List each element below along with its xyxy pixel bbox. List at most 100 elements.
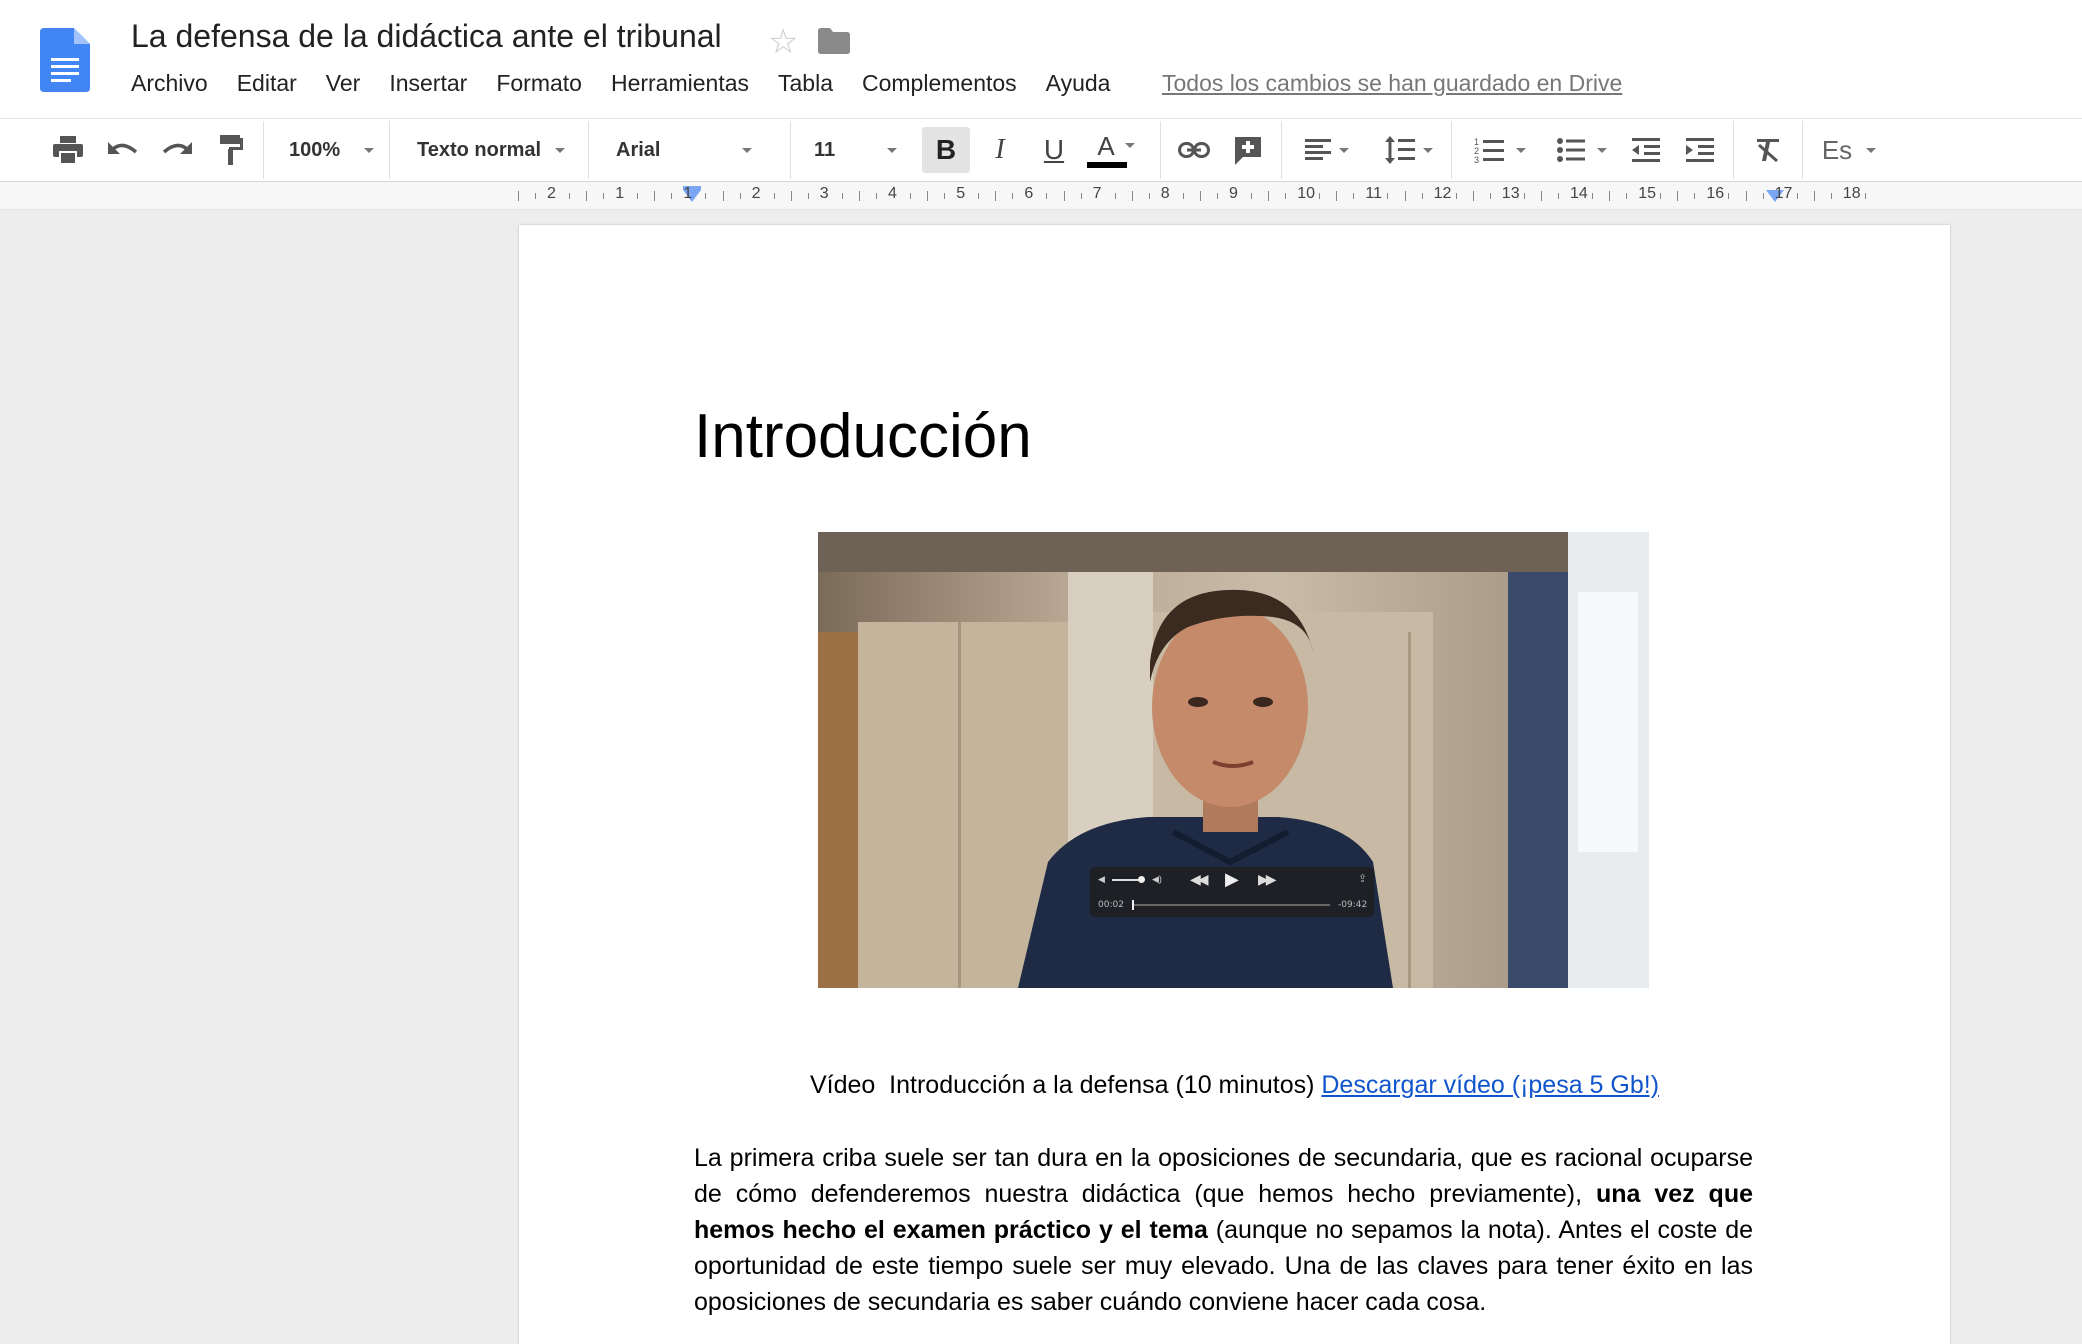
ruler-label: 6 [1024, 185, 1034, 202]
body-paragraph[interactable]: La primera criba suele ser tan dura en l… [694, 1140, 1753, 1320]
italic-label: I [995, 134, 1005, 165]
toolbar-divider [263, 121, 264, 179]
chevron-down-icon [555, 147, 566, 153]
ruler-tick [773, 193, 775, 199]
ruler-tick [1336, 191, 1338, 201]
heading-title[interactable]: Introducción [694, 401, 1032, 472]
play-icon[interactable]: ▶ [1225, 869, 1239, 890]
star-icon[interactable]: ☆ [768, 22, 798, 62]
menu-herramientas[interactable]: Herramientas [611, 70, 749, 97]
ruler-label: 10 [1297, 185, 1315, 202]
menu-complementos[interactable]: Complementos [862, 70, 1017, 97]
paragraph-style-select[interactable]: Texto normal [417, 127, 567, 173]
chevron-down-icon [1516, 147, 1526, 153]
ruler[interactable]: 2 1 1 2 3 4 5 6 7 8 9 10 11 12 13 14 15 16 17 18 [0, 182, 2082, 210]
video-caption: Vídeo Introducción a la defensa (10 minu… [519, 1071, 1950, 1100]
font-size-select[interactable]: 11 [814, 127, 899, 173]
ruler-tick [1455, 193, 1457, 199]
zoom-select[interactable]: 100% [289, 127, 379, 173]
underline-button[interactable]: U [1032, 127, 1076, 173]
underline-label: U [1043, 134, 1065, 165]
video-current-time: 00:02 [1098, 900, 1124, 910]
rewind-icon[interactable]: ◀◀ [1190, 871, 1208, 888]
menu-editar[interactable]: Editar [237, 70, 297, 97]
bulleted-list-button[interactable] [1550, 127, 1614, 173]
increase-indent-icon[interactable] [1680, 127, 1720, 173]
ruler-tick [535, 193, 536, 199]
menu-archivo[interactable]: Archivo [131, 70, 208, 97]
ruler-label: 15 [1638, 185, 1656, 202]
ruler-tick [1472, 191, 1474, 201]
ruler-tick [927, 191, 929, 201]
ruler-tick [1677, 191, 1679, 201]
font-family-select[interactable]: Arial [616, 127, 766, 173]
menu-formato[interactable]: Formato [496, 70, 582, 97]
chevron-down-icon [887, 147, 898, 153]
ruler-tick [876, 193, 877, 199]
ruler-tick [1830, 193, 1832, 199]
ruler-tick [586, 191, 588, 201]
print-icon[interactable] [48, 127, 88, 173]
docs-logo-icon[interactable] [40, 28, 90, 92]
input-tools-button[interactable]: Es [1814, 127, 1884, 173]
redo-icon[interactable] [157, 127, 197, 173]
svg-text:3: 3 [1474, 155, 1479, 163]
volume-icon[interactable]: ◀ [1098, 874, 1105, 885]
align-left-button[interactable] [1298, 127, 1356, 173]
ruler-tick [995, 191, 997, 201]
toolbar-divider [1802, 121, 1803, 179]
line-spacing-button[interactable] [1380, 127, 1438, 173]
ruler-label: 14 [1570, 185, 1588, 202]
folder-icon[interactable] [818, 28, 850, 54]
video-player[interactable]: ◀ ◀) ◀◀ ▶ ▶▶ ⇪ 00:02 -09:42 [818, 532, 1649, 988]
toolbar: 100% Texto normal Arial 11 B I U A 1 2 3… [0, 118, 2082, 182]
ruler-tick [1762, 193, 1764, 199]
ruler-tick [1813, 191, 1815, 201]
ruler-label: 3 [819, 185, 829, 202]
chevron-down-icon [1124, 143, 1135, 148]
ruler-label: 17 [1774, 185, 1793, 202]
menu-insertar[interactable]: Insertar [389, 70, 467, 97]
text-color-button[interactable]: A [1084, 127, 1148, 173]
ruler-tick [1148, 193, 1150, 199]
document-title[interactable]: La defensa de la didáctica ante el tribu… [131, 18, 722, 55]
ruler-tick [671, 193, 673, 199]
clear-formatting-icon[interactable] [1746, 127, 1790, 173]
insert-comment-icon[interactable] [1226, 127, 1270, 173]
numbered-list-button[interactable]: 123 [1468, 127, 1532, 173]
insert-link-icon[interactable] [1172, 127, 1216, 173]
ruler-label: 1 [615, 185, 625, 202]
undo-icon[interactable] [103, 127, 143, 173]
ruler-tick [637, 193, 639, 199]
menu-ver[interactable]: Ver [326, 70, 361, 97]
volume-knob[interactable] [1138, 876, 1145, 883]
ruler-label: 18 [1842, 185, 1861, 202]
video-playhead[interactable] [1132, 900, 1134, 910]
paragraph-style-value: Texto normal [417, 138, 542, 161]
download-video-link[interactable]: Descargar vídeo (¡pesa 5 Gb!) [1321, 1071, 1659, 1099]
decrease-indent-icon[interactable] [1626, 127, 1666, 173]
ruler-label: 5 [956, 185, 966, 202]
video-scrubber[interactable] [1132, 904, 1330, 906]
caption-text: Vídeo Introducción a la defensa (10 minu… [809, 1071, 1315, 1099]
menu-tabla[interactable]: Tabla [778, 70, 833, 97]
ruler-tick [1251, 193, 1252, 199]
ruler-tick [654, 191, 656, 201]
fast-forward-icon[interactable]: ▶▶ [1258, 871, 1276, 888]
menu-ayuda[interactable]: Ayuda [1046, 70, 1111, 97]
ruler-label: 12 [1433, 185, 1452, 202]
italic-button[interactable]: I [978, 127, 1022, 173]
document-page[interactable]: Introducción ◀ ◀) ◀◀ ▶ ▶▶ ⇪ 00:02 -09:42… [519, 225, 1950, 1344]
volume-max-icon[interactable]: ◀) [1152, 874, 1162, 885]
ruler-tick [739, 193, 741, 199]
toolbar-divider [1160, 121, 1161, 179]
share-icon[interactable]: ⇪ [1358, 872, 1367, 885]
ruler-tick [1523, 193, 1525, 199]
video-controls: ◀ ◀) ◀◀ ▶ ▶▶ ⇪ 00:02 -09:42 [1090, 867, 1374, 917]
paint-format-icon[interactable] [211, 127, 251, 173]
toolbar-divider [1451, 121, 1452, 179]
ruler-tick [1421, 193, 1423, 199]
bold-button[interactable]: B [922, 127, 970, 173]
save-status-link[interactable]: Todos los cambios se han guardado en Dri… [1162, 70, 1622, 97]
ruler-tick [722, 191, 724, 201]
